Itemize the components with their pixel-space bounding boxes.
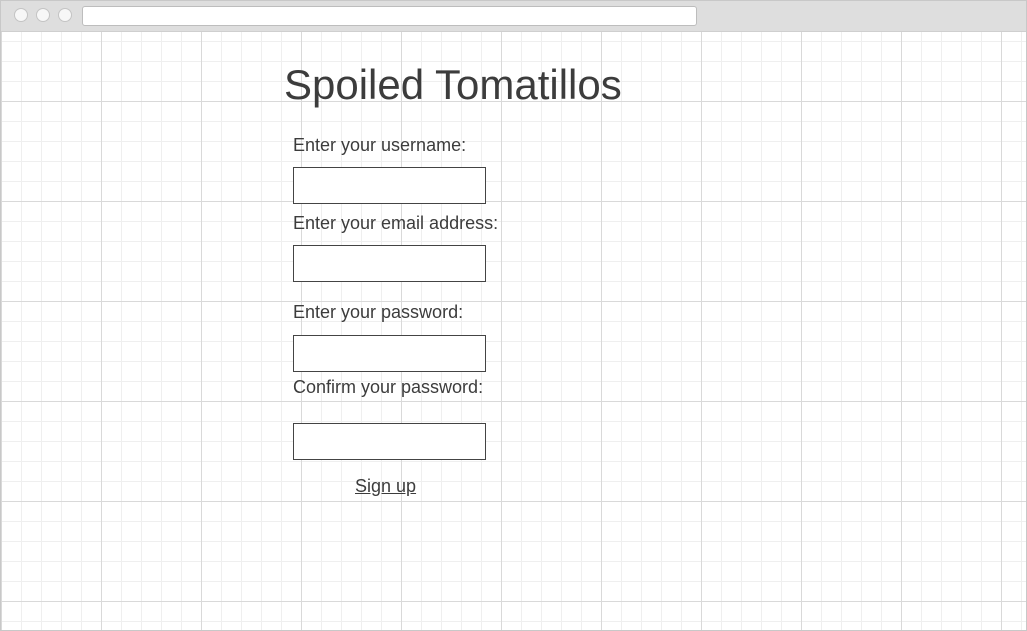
address-bar[interactable]: [82, 6, 697, 26]
browser-toolbar: [1, 1, 1026, 32]
close-window-icon[interactable]: [14, 8, 28, 22]
browser-window: Spoiled Tomatillos Enter your username: …: [0, 0, 1027, 631]
page-title: Spoiled Tomatillos: [284, 61, 622, 108]
sign-up-link[interactable]: Sign up: [355, 476, 416, 497]
minimize-window-icon[interactable]: [36, 8, 50, 22]
confirm-password-input[interactable]: [293, 423, 486, 460]
username-input[interactable]: [293, 167, 486, 204]
password-input[interactable]: [293, 335, 486, 372]
email-input[interactable]: [293, 245, 486, 282]
password-label: Enter your password:: [293, 302, 464, 322]
email-label: Enter your email address:: [293, 213, 499, 233]
page-content: Spoiled Tomatillos Enter your username: …: [1, 32, 1026, 630]
username-label: Enter your username:: [293, 135, 467, 155]
maximize-window-icon[interactable]: [58, 8, 72, 22]
confirm-password-label: Confirm your password:: [293, 377, 484, 397]
